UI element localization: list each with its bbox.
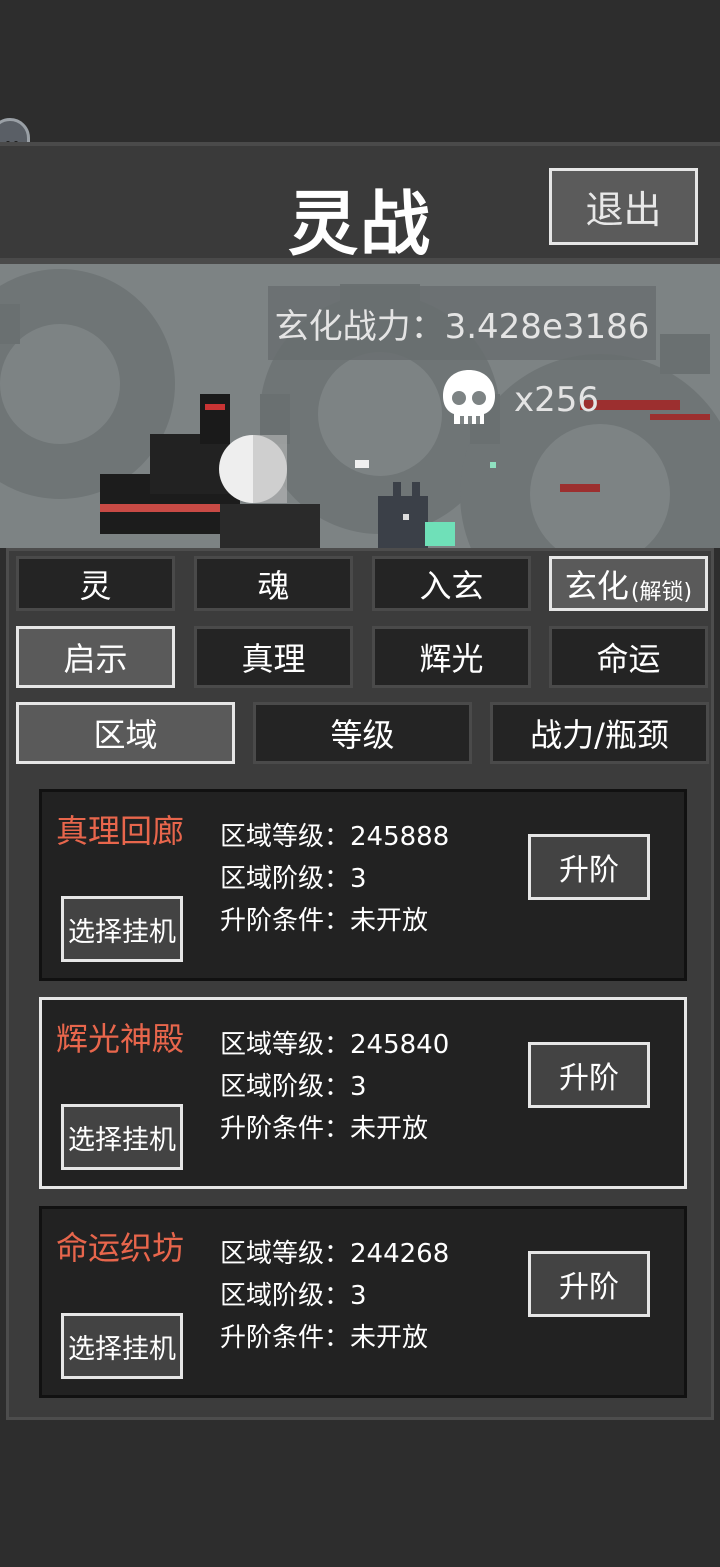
zone-card: 命运织坊 区域等级：244268 区域阶级：3 升阶条件：未开放 选择挂机 升阶 <box>39 1206 687 1398</box>
tab-huiguang[interactable]: 辉光 <box>372 626 531 688</box>
kill-counter: x256 <box>514 380 600 420</box>
tab-label: 灵 <box>79 566 112 605</box>
zone-info: 区域等级：245888 区域阶级：3 升阶条件：未开放 <box>220 816 449 942</box>
tab-label: 真理 <box>241 640 306 678</box>
tab-ling[interactable]: 灵 <box>16 556 175 611</box>
zone-name: 辉光神殿 <box>56 1020 185 1058</box>
exit-button[interactable]: 退出 <box>549 168 698 245</box>
tab-level[interactable]: 等级 <box>253 702 472 764</box>
skull-icon <box>443 370 495 424</box>
tab-label: 启示 <box>63 640 128 678</box>
tab-power-bottleneck[interactable]: 战力/瓶颈 <box>490 702 709 764</box>
tab-label: 魂 <box>257 566 290 605</box>
zone-tier: 区域阶级：3 <box>220 864 367 894</box>
unlock-note: (解锁) <box>630 579 693 605</box>
zone-tier: 区域阶级：3 <box>220 1281 367 1311</box>
zone-panel: 灵 魂 入玄 玄化 (解锁) 启示 真理 辉光 命运 区域 等级 战力/瓶颈 真理… <box>6 548 714 1420</box>
zone-card: 辉光神殿 区域等级：245840 区域阶级：3 升阶条件：未开放 选择挂机 升阶 <box>39 997 687 1189</box>
zone-level: 区域等级：245888 <box>220 822 450 852</box>
zone-condition: 升阶条件：未开放 <box>220 1114 429 1144</box>
tab-qishi[interactable]: 启示 <box>16 626 175 688</box>
tab-label: 入玄 <box>419 566 484 605</box>
zone-card: 真理回廊 区域等级：245888 区域阶级：3 升阶条件：未开放 选择挂机 升阶 <box>39 789 687 981</box>
tab-zone[interactable]: 区域 <box>16 702 235 764</box>
upgrade-tier-button[interactable]: 升阶 <box>528 1042 650 1108</box>
tab-xuanhua[interactable]: 玄化 (解锁) <box>549 556 708 611</box>
upgrade-tier-button[interactable]: 升阶 <box>528 834 650 900</box>
zone-condition: 升阶条件：未开放 <box>220 906 429 936</box>
zone-name: 命运织坊 <box>56 1229 185 1267</box>
tab-label: 战力/瓶颈 <box>530 716 669 754</box>
tab-mingyun[interactable]: 命运 <box>549 626 708 688</box>
tab-zhenli[interactable]: 真理 <box>194 626 353 688</box>
zone-level: 区域等级：245840 <box>220 1030 450 1060</box>
tab-label: 等级 <box>330 716 395 754</box>
zone-info: 区域等级：245840 区域阶级：3 升阶条件：未开放 <box>220 1024 449 1150</box>
tab-label: 区域 <box>93 716 158 754</box>
tab-hun[interactable]: 魂 <box>194 556 353 611</box>
combat-power-display: 玄化战力：3.428e3186 <box>268 286 656 360</box>
select-idle-button[interactable]: 选择挂机 <box>61 1313 183 1379</box>
tab-label: 玄化 <box>564 566 629 605</box>
upgrade-tier-button[interactable]: 升阶 <box>528 1251 650 1317</box>
zone-tier: 区域阶级：3 <box>220 1072 367 1102</box>
tab-ruxuan[interactable]: 入玄 <box>372 556 531 611</box>
game-screen: 灵战 退出 玄化战力：3.428e3186 x256 灵 魂 入玄 玄化 (解锁… <box>0 0 720 1567</box>
zone-level: 区域等级：244268 <box>220 1239 450 1269</box>
tab-label: 辉光 <box>419 640 484 678</box>
zone-condition: 升阶条件：未开放 <box>220 1323 429 1353</box>
header-bar: 灵战 退出 <box>0 142 720 265</box>
zone-info: 区域等级：244268 区域阶级：3 升阶条件：未开放 <box>220 1233 449 1359</box>
battle-scene: 玄化战力：3.428e3186 x256 <box>0 264 720 548</box>
tab-label: 命运 <box>596 640 661 678</box>
zone-name: 真理回廊 <box>56 812 185 850</box>
select-idle-button[interactable]: 选择挂机 <box>61 1104 183 1170</box>
select-idle-button[interactable]: 选择挂机 <box>61 896 183 962</box>
